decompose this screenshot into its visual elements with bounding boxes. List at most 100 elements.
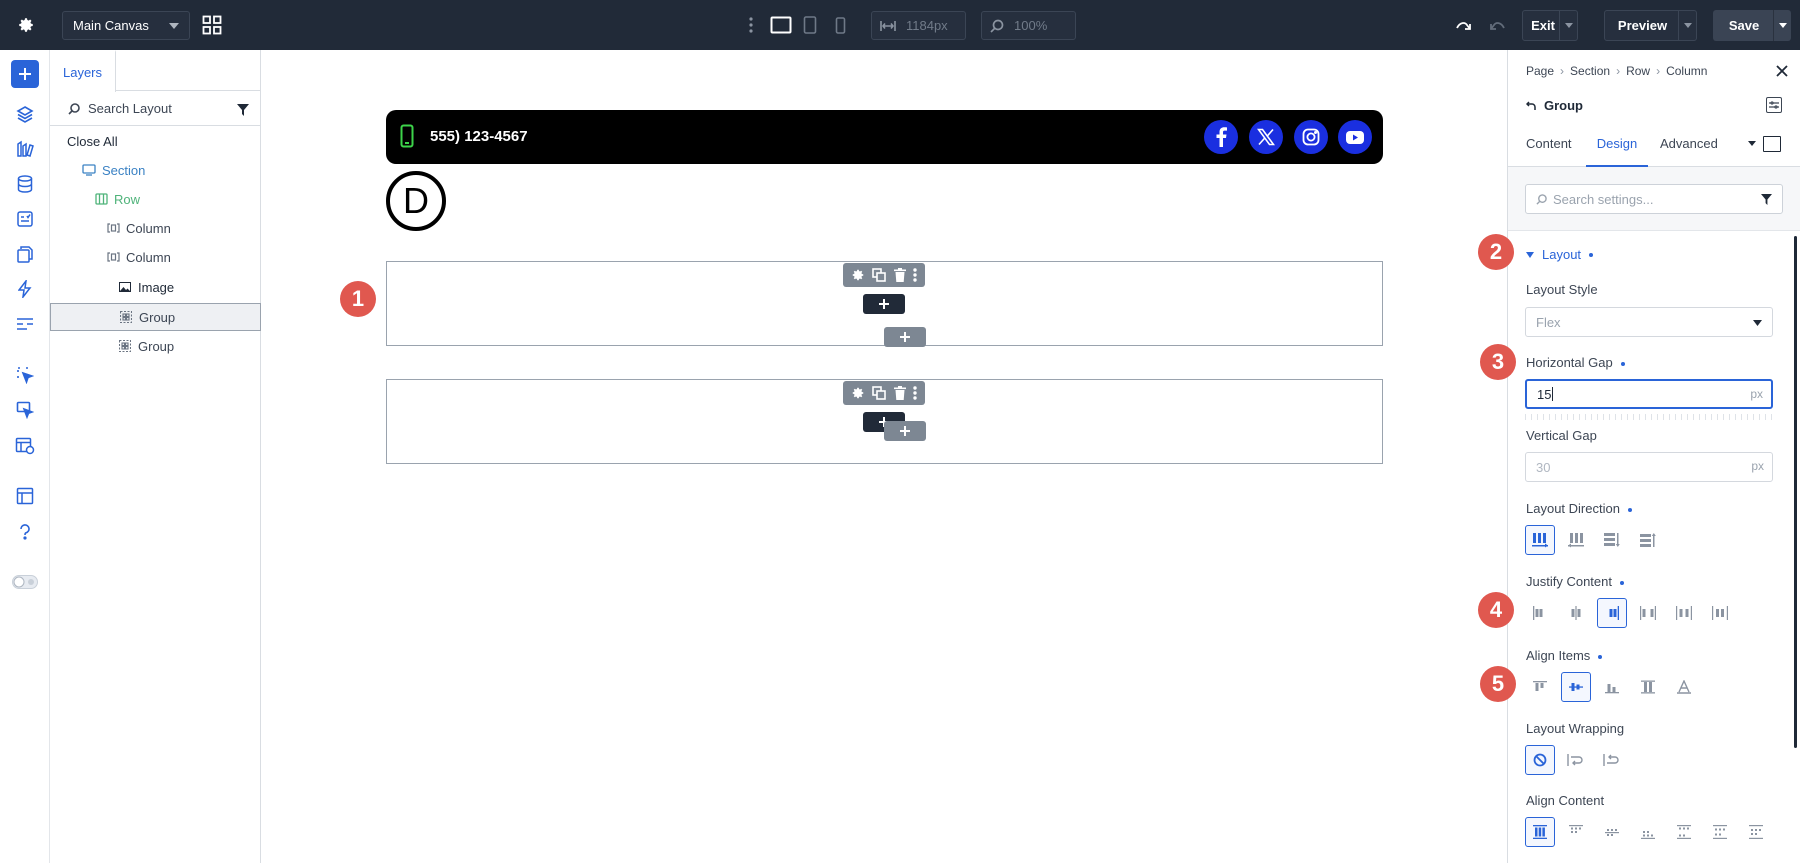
layout-preview-icon[interactable] bbox=[13, 434, 37, 458]
redo-icon[interactable] bbox=[1486, 14, 1508, 36]
horizontal-gap-unit[interactable]: px bbox=[1750, 387, 1763, 401]
layers-icon[interactable] bbox=[13, 102, 37, 126]
undo-icon[interactable] bbox=[1453, 14, 1475, 36]
breadcrumb-section[interactable]: Section bbox=[1570, 64, 1610, 78]
direction-row-reverse-icon[interactable] bbox=[1561, 525, 1591, 555]
panel-options-icon[interactable] bbox=[1766, 97, 1782, 113]
tab-content[interactable]: Content bbox=[1526, 136, 1572, 166]
tab-design[interactable]: Design bbox=[1586, 136, 1648, 167]
align-content-space-evenly-icon[interactable] bbox=[1741, 817, 1771, 847]
duplicate-icon[interactable] bbox=[872, 268, 887, 282]
align-start-icon[interactable] bbox=[1525, 672, 1555, 702]
vertical-gap-unit[interactable]: px bbox=[1751, 459, 1764, 473]
caret-down-icon[interactable] bbox=[1748, 141, 1756, 146]
align-content-space-around-icon[interactable] bbox=[1705, 817, 1735, 847]
mode-toggle[interactable] bbox=[11, 570, 39, 594]
justify-space-evenly-icon[interactable] bbox=[1705, 598, 1735, 628]
preview-button[interactable]: Preview bbox=[1604, 10, 1697, 41]
align-center-icon[interactable] bbox=[1561, 672, 1591, 702]
add-group-button[interactable] bbox=[884, 327, 926, 347]
builder-canvas[interactable]: 555) 123-4567 D 1 bbox=[261, 50, 1507, 863]
align-end-icon[interactable] bbox=[1597, 672, 1627, 702]
layer-item-group-selected[interactable]: Group bbox=[50, 303, 261, 331]
tab-advanced[interactable]: Advanced bbox=[1660, 136, 1718, 166]
layout-style-select[interactable]: Flex bbox=[1525, 307, 1773, 337]
settings-search-input[interactable]: Search settings... bbox=[1525, 184, 1783, 214]
site-header-bar[interactable]: 555) 123-4567 bbox=[386, 110, 1383, 164]
align-content-center-icon[interactable] bbox=[1597, 817, 1627, 847]
layer-item-group[interactable]: Group bbox=[50, 332, 261, 360]
layout-section-toggle[interactable]: Layout bbox=[1526, 247, 1594, 262]
canvas-select[interactable]: Main Canvas bbox=[62, 11, 190, 40]
exit-button[interactable]: Exit bbox=[1522, 10, 1578, 41]
justify-end-icon[interactable] bbox=[1597, 598, 1627, 628]
trash-icon[interactable] bbox=[893, 386, 906, 400]
lightning-icon[interactable] bbox=[13, 277, 37, 301]
back-arrow-icon[interactable] bbox=[1526, 100, 1536, 111]
no-wrap-icon[interactable] bbox=[1525, 745, 1555, 775]
layers-search[interactable]: Search Layout bbox=[50, 92, 261, 126]
save-button[interactable]: Save bbox=[1713, 10, 1791, 41]
site-logo[interactable]: D bbox=[386, 171, 446, 231]
align-content-start-icon[interactable] bbox=[1561, 817, 1591, 847]
layer-item-row[interactable]: Row bbox=[50, 185, 261, 213]
add-group-button[interactable] bbox=[884, 421, 926, 441]
more-vertical-icon[interactable] bbox=[744, 15, 758, 35]
layer-item-section[interactable]: Section bbox=[50, 156, 261, 184]
align-content-stretch-icon[interactable] bbox=[1525, 817, 1555, 847]
trash-icon[interactable] bbox=[893, 268, 906, 282]
layer-item-column[interactable]: Column bbox=[50, 214, 261, 242]
tablet-view-icon[interactable] bbox=[800, 14, 820, 36]
panel-view-icon[interactable] bbox=[1763, 136, 1781, 152]
align-stretch-icon[interactable] bbox=[1633, 672, 1663, 702]
direction-column-icon[interactable] bbox=[1597, 525, 1627, 555]
canvas-width-input[interactable]: 1184px bbox=[871, 11, 966, 40]
add-module-button[interactable] bbox=[863, 294, 905, 314]
justify-space-around-icon[interactable] bbox=[1669, 598, 1699, 628]
facebook-icon[interactable] bbox=[1204, 120, 1238, 154]
select-group-icon[interactable] bbox=[13, 398, 37, 422]
direction-column-reverse-icon[interactable] bbox=[1633, 525, 1663, 555]
justify-space-between-icon[interactable] bbox=[1633, 598, 1663, 628]
layers-stack-icon[interactable] bbox=[13, 484, 37, 508]
layer-item-image[interactable]: Image bbox=[50, 273, 261, 301]
settings-icon[interactable] bbox=[851, 268, 865, 282]
panel-scrollbar[interactable] bbox=[1794, 236, 1797, 748]
help-icon[interactable] bbox=[13, 520, 37, 544]
breadcrumb-row[interactable]: Row bbox=[1626, 64, 1650, 78]
select-element-icon[interactable] bbox=[13, 363, 37, 387]
direction-row-icon[interactable] bbox=[1525, 525, 1555, 555]
vertical-gap-input[interactable]: 30 px bbox=[1525, 452, 1773, 482]
breadcrumb-page[interactable]: Page bbox=[1526, 64, 1554, 78]
align-content-end-icon[interactable] bbox=[1633, 817, 1663, 847]
horizontal-gap-slider-ticks[interactable] bbox=[1525, 414, 1773, 420]
tab-layers[interactable]: Layers bbox=[50, 50, 116, 92]
settings-icon[interactable] bbox=[851, 386, 865, 400]
wrap-reverse-icon[interactable] bbox=[1597, 745, 1627, 775]
more-vertical-icon[interactable] bbox=[913, 268, 917, 282]
wrap-icon[interactable] bbox=[1561, 745, 1591, 775]
youtube-icon[interactable] bbox=[1338, 120, 1372, 154]
pages-icon[interactable] bbox=[13, 242, 37, 266]
filter-icon[interactable] bbox=[1761, 194, 1772, 205]
x-icon[interactable] bbox=[1249, 120, 1283, 154]
desktop-view-icon[interactable] bbox=[769, 14, 793, 36]
preview-dropdown-icon[interactable] bbox=[1678, 11, 1696, 40]
settings-sliders-icon[interactable] bbox=[13, 312, 37, 336]
save-dropdown-icon[interactable] bbox=[1773, 10, 1791, 41]
justify-center-icon[interactable] bbox=[1561, 598, 1591, 628]
duplicate-icon[interactable] bbox=[872, 386, 887, 400]
design-library-icon[interactable] bbox=[13, 137, 37, 161]
more-vertical-icon[interactable] bbox=[913, 386, 917, 400]
layer-item-column[interactable]: Column bbox=[50, 243, 261, 271]
zoom-input[interactable]: 100% bbox=[981, 11, 1076, 40]
settings-gear-icon[interactable] bbox=[14, 13, 38, 37]
breadcrumb-column[interactable]: Column bbox=[1666, 64, 1707, 78]
horizontal-gap-input[interactable]: 15 px bbox=[1525, 379, 1773, 409]
apps-grid-icon[interactable] bbox=[200, 13, 224, 37]
align-baseline-icon[interactable] bbox=[1669, 672, 1699, 702]
justify-start-icon[interactable] bbox=[1525, 598, 1555, 628]
close-all-button[interactable]: Close All bbox=[50, 127, 261, 155]
exit-dropdown-icon[interactable] bbox=[1559, 11, 1577, 40]
close-icon[interactable] bbox=[1776, 65, 1788, 77]
